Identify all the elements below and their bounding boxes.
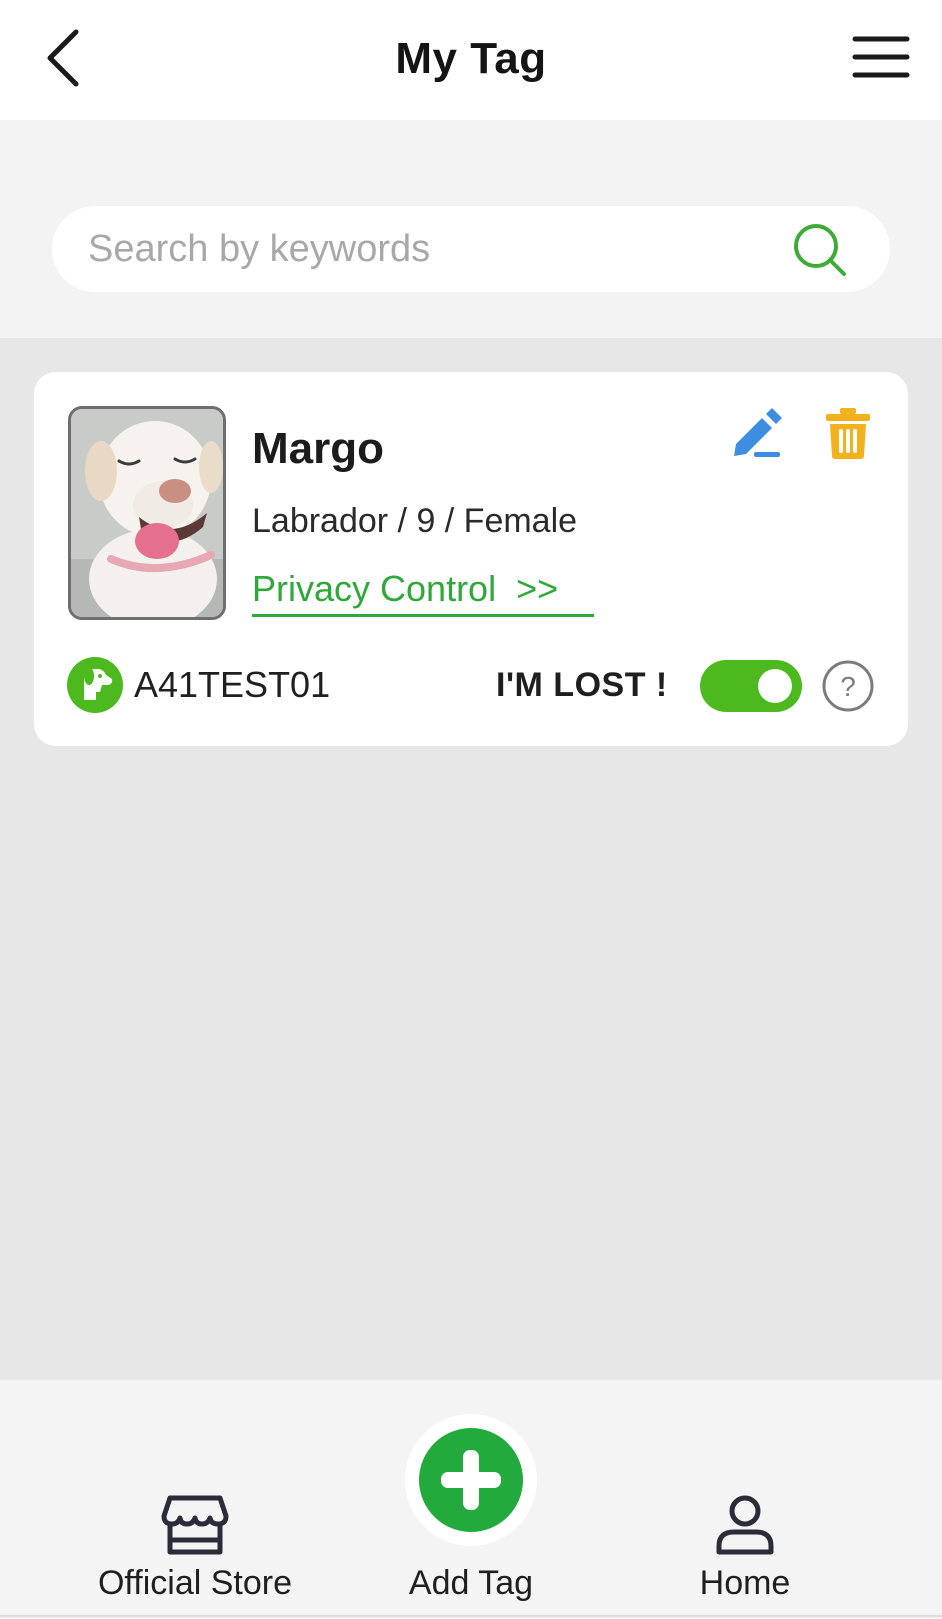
- pet-name: Margo: [252, 424, 384, 473]
- toggle-knob: [758, 669, 792, 703]
- help-glyph: ?: [840, 671, 856, 702]
- menu-button[interactable]: [852, 34, 910, 80]
- privacy-control-link[interactable]: Privacy Control >>: [252, 568, 594, 617]
- help-icon[interactable]: ?: [822, 660, 874, 712]
- lost-label: I'M LOST !: [496, 666, 668, 704]
- bottom-divider: [0, 1615, 942, 1617]
- user-icon: [716, 1495, 774, 1555]
- pet-photo: [68, 406, 226, 620]
- bottom-navigation: Official Store Add Tag Home: [0, 1380, 942, 1619]
- plus-circle-icon[interactable]: [417, 1426, 525, 1534]
- pencil-icon: [734, 408, 782, 457]
- dog-photo-image: [71, 409, 223, 617]
- edit-button[interactable]: [730, 406, 784, 460]
- trash-icon: [826, 408, 870, 459]
- page-title: My Tag: [395, 34, 547, 83]
- header-bar: My Tag: [0, 0, 942, 120]
- tag-id: A41TEST01: [134, 664, 331, 705]
- store-icon: [161, 1495, 229, 1555]
- nav-official-store[interactable]: Official Store: [70, 1380, 320, 1619]
- hamburger-menu-icon: [852, 36, 910, 78]
- delete-button[interactable]: [824, 406, 872, 460]
- lost-toggle[interactable]: [700, 660, 802, 712]
- search-input[interactable]: [88, 206, 788, 292]
- dog-tag-icon: [67, 657, 123, 713]
- pet-card[interactable]: Margo Labrador / 9 / Female Privacy Cont…: [34, 372, 908, 746]
- search-icon[interactable]: [792, 222, 848, 278]
- search-bar[interactable]: [52, 206, 890, 292]
- nav-home[interactable]: Home: [640, 1380, 850, 1619]
- search-section: [0, 120, 942, 338]
- nav-add-label: Add Tag: [408, 1564, 534, 1602]
- nav-home-label: Home: [699, 1564, 791, 1602]
- nav-store-label: Official Store: [97, 1564, 292, 1602]
- nav-add-tag[interactable]: Add Tag: [356, 1380, 586, 1619]
- pet-info: Labrador / 9 / Female: [252, 502, 578, 540]
